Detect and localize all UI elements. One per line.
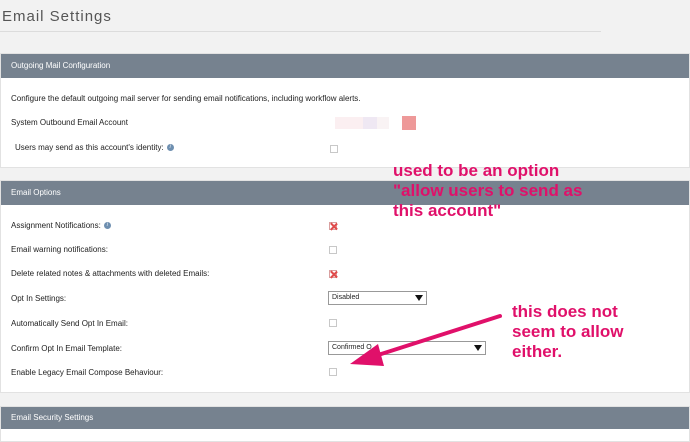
annotation-arrow: [350, 314, 502, 366]
